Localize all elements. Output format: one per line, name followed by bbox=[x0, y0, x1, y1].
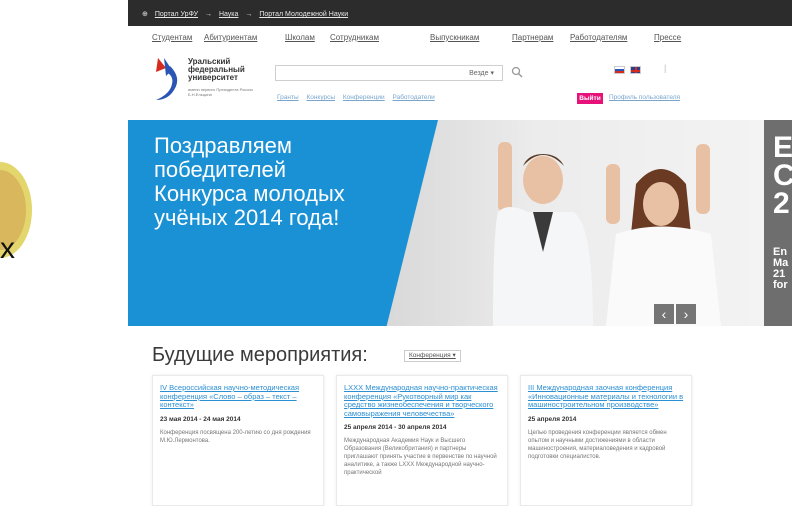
event-card[interactable]: III Международная заочная конференция «И… bbox=[520, 375, 692, 506]
event-date: 23 мая 2014 - 24 мая 2014 bbox=[160, 415, 241, 423]
event-title[interactable]: III Международная заочная конференция «И… bbox=[528, 383, 684, 410]
event-description: Целью проведения конференции является об… bbox=[528, 429, 667, 460]
events-filter-select[interactable]: Конференция ▾ bbox=[404, 350, 461, 362]
nav-employers[interactable]: Работодателям bbox=[570, 33, 627, 42]
event-card[interactable]: IV Всероссийская научно-методическая кон… bbox=[152, 375, 324, 506]
divider-icon: | bbox=[664, 63, 667, 73]
breadcrumb-portal-urfu[interactable]: Портал УрФУ bbox=[155, 11, 198, 18]
english-flag-icon[interactable] bbox=[630, 66, 641, 74]
carousel-prev-button[interactable]: ‹ bbox=[654, 304, 674, 324]
nav-press[interactable]: Прессе bbox=[654, 33, 681, 42]
nav-graduates[interactable]: Выпускникам bbox=[430, 33, 479, 42]
home-icon: ⊕ bbox=[142, 11, 148, 18]
sub-nav: Гранты Конкурсы Конференции Работодатели bbox=[277, 94, 441, 101]
event-title[interactable]: IV Всероссийская научно-методическая кон… bbox=[160, 383, 316, 410]
logo-subtitle: имени первого Президента России Б.Н.Ельц… bbox=[188, 87, 253, 97]
logo-line-3: университет bbox=[188, 73, 238, 82]
search-icon[interactable] bbox=[511, 66, 523, 78]
search-input[interactable]: Везде ▾ bbox=[275, 65, 503, 81]
breadcrumb-science[interactable]: Наука bbox=[219, 11, 238, 18]
next-slide-subtitle: En Ma 21 for bbox=[773, 246, 789, 291]
breadcrumb: ⊕ Портал УрФУ → Наука → Портал Молодежно… bbox=[142, 10, 353, 18]
subnav-conferences[interactable]: Конференции bbox=[343, 94, 385, 101]
nav-partners[interactable]: Партнерам bbox=[512, 33, 553, 42]
nav-schools[interactable]: Школам bbox=[285, 33, 315, 42]
subnav-grants[interactable]: Гранты bbox=[277, 94, 299, 101]
event-date: 25 апреля 2014 - 30 апреля 2014 bbox=[344, 424, 447, 431]
event-description: Конференция посвящена 200-летию со дня р… bbox=[160, 429, 311, 444]
university-name[interactable]: Уральский федеральный университет bbox=[188, 58, 245, 82]
nav-staff[interactable]: Сотрудникам bbox=[330, 33, 379, 42]
carousel-next-button[interactable]: › bbox=[676, 304, 696, 324]
hero-banner[interactable]: Поздравляем победителей Конкурса молодых… bbox=[128, 120, 792, 326]
profile-link[interactable]: Профиль пользователя bbox=[609, 94, 680, 101]
search-scope-select[interactable]: Везде ▾ bbox=[469, 69, 494, 77]
events-heading: Будущие мероприятия: bbox=[152, 344, 368, 366]
university-logo-icon[interactable] bbox=[152, 56, 186, 104]
breadcrumb-youth-science[interactable]: Портал Молодежной Науки bbox=[259, 11, 348, 18]
breadcrumb-separator: → bbox=[245, 11, 253, 18]
next-slide-title: E C 2 bbox=[773, 131, 792, 220]
event-title[interactable]: LXXX Международная научно-практическая к… bbox=[344, 383, 500, 418]
events-filter-label: Конференция ▾ bbox=[409, 352, 456, 359]
subnav-employers[interactable]: Работодатели bbox=[392, 94, 434, 101]
nav-students[interactable]: Студентам bbox=[152, 33, 192, 42]
celebrating-woman-image bbox=[606, 144, 721, 326]
nav-applicants[interactable]: Абитуриентам bbox=[204, 33, 257, 42]
event-date: 25 апреля 2014 bbox=[528, 415, 577, 423]
subnav-contests[interactable]: Конкурсы bbox=[306, 94, 335, 101]
hero-title[interactable]: Поздравляем победителей Конкурса молодых… bbox=[154, 134, 384, 230]
logout-button[interactable]: Выйти bbox=[577, 93, 603, 104]
side-overlay-glyph: х bbox=[0, 232, 15, 265]
celebrating-man-image bbox=[493, 142, 593, 326]
russian-flag-icon[interactable] bbox=[614, 66, 625, 74]
event-description: Международная Академия Наук и Высшего Об… bbox=[344, 438, 497, 476]
event-card[interactable]: LXXX Международная научно-практическая к… bbox=[336, 375, 508, 506]
breadcrumb-separator: → bbox=[204, 11, 212, 18]
